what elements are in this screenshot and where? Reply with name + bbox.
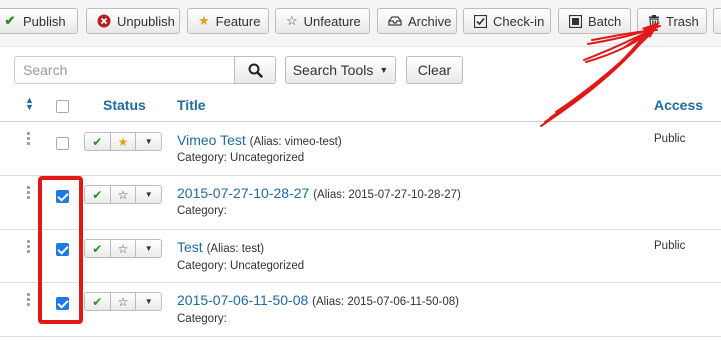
- item-access: Public: [654, 133, 686, 145]
- item-title-link[interactable]: Test: [177, 239, 203, 255]
- check-icon: ✔: [92, 294, 103, 309]
- archive-button[interactable]: Archive: [377, 8, 457, 34]
- title-column-header[interactable]: Title: [177, 97, 206, 113]
- row-divider: [0, 229, 721, 230]
- item-category: Category: Uncategorized: [177, 260, 305, 272]
- caret-down-icon: ▼: [144, 137, 153, 146]
- batch-label: Batch: [588, 13, 622, 29]
- featured-toggle[interactable]: ☆: [111, 186, 137, 203]
- feature-label: Feature: [215, 13, 261, 29]
- archive-icon: [388, 14, 402, 28]
- drag-handle-icon[interactable]: [27, 186, 30, 201]
- header-divider: [0, 121, 721, 122]
- row-checkbox[interactable]: [56, 137, 69, 150]
- clear-label: Clear: [417, 62, 452, 78]
- search-button[interactable]: [234, 56, 276, 84]
- drag-handle-icon[interactable]: [27, 132, 30, 147]
- actions-dropdown[interactable]: ▼: [136, 240, 161, 257]
- checkin-button[interactable]: Check-in: [463, 8, 551, 34]
- search-icon: [248, 63, 263, 78]
- trash-label: Trash: [666, 13, 699, 29]
- item-access: Public: [654, 240, 686, 252]
- archive-label: Archive: [408, 13, 452, 29]
- drag-handle-icon[interactable]: [27, 293, 30, 308]
- actions-dropdown[interactable]: ▼: [136, 186, 161, 203]
- item-title-link[interactable]: Vimeo Test: [177, 132, 246, 148]
- item-alias: (Alias: 2015-07-06-11-50-08): [312, 296, 459, 308]
- status-button-group: ✔ ★ ▼: [84, 132, 162, 151]
- caret-down-icon: ▼: [144, 190, 153, 199]
- checkbox-icon: [474, 14, 487, 28]
- item-alias: (Alias: 2015-07-27-10-28-27): [313, 189, 461, 201]
- select-all-checkbox[interactable]: [56, 100, 69, 113]
- status-button-group: ✔ ☆ ▼: [84, 185, 162, 204]
- row-divider: [0, 336, 721, 337]
- check-icon: ✔: [92, 187, 103, 202]
- item-alias: (Alias: vimeo-test): [249, 136, 342, 148]
- unpublish-icon: [97, 14, 111, 28]
- status-column-header[interactable]: Status: [103, 97, 146, 113]
- item-category: Category:: [177, 205, 227, 217]
- caret-down-icon: ▼: [144, 244, 153, 253]
- item-title-line: 2015-07-06-11-50-08 (Alias: 2015-07-06-1…: [177, 292, 459, 308]
- star-outline-icon: ☆: [117, 241, 129, 256]
- item-title-line: Vimeo Test (Alias: vimeo-test): [177, 132, 342, 148]
- published-toggle[interactable]: ✔: [85, 240, 111, 257]
- unpublish-label: Unpublish: [117, 13, 175, 29]
- actions-dropdown[interactable]: ▼: [136, 293, 161, 310]
- unpublish-button[interactable]: Unpublish: [86, 8, 180, 34]
- actions-dropdown[interactable]: ▼: [136, 133, 161, 150]
- annotation-highlight-box: [38, 176, 83, 324]
- published-toggle[interactable]: ✔: [85, 133, 111, 150]
- star-icon: ★: [198, 13, 210, 28]
- published-toggle[interactable]: ✔: [85, 186, 111, 203]
- search-tools-label: Search Tools: [292, 62, 374, 78]
- search-tools-button[interactable]: Search Tools ▼: [285, 56, 396, 84]
- unfeature-button[interactable]: ☆ Unfeature: [275, 8, 370, 34]
- row-divider: [0, 175, 721, 176]
- item-title-line: 2015-07-27-10-28-27 (Alias: 2015-07-27-1…: [177, 185, 461, 201]
- star-icon: ★: [117, 134, 129, 149]
- item-title-link[interactable]: 2015-07-06-11-50-08: [177, 292, 308, 308]
- trash-button[interactable]: Trash: [637, 8, 707, 34]
- item-category: Category: Uncategorized: [177, 152, 305, 164]
- caret-down-icon: ▼: [144, 297, 153, 306]
- clear-button[interactable]: Clear: [406, 56, 463, 84]
- access-column-header[interactable]: Access: [654, 97, 703, 113]
- caret-down-icon: ▼: [379, 65, 389, 75]
- item-title-link[interactable]: 2015-07-27-10-28-27: [177, 185, 309, 201]
- item-title-line: Test (Alias: test): [177, 239, 264, 255]
- publish-button[interactable]: ✔ Publish: [0, 8, 78, 34]
- batch-icon: [569, 14, 582, 28]
- featured-toggle[interactable]: ☆: [111, 293, 137, 310]
- trash-icon: [648, 14, 660, 28]
- check-icon: ✔: [92, 241, 103, 256]
- check-icon: ✔: [4, 13, 16, 28]
- batch-button[interactable]: Batch: [558, 8, 631, 34]
- toolbar-overflow-button[interactable]: [713, 8, 721, 34]
- feature-button[interactable]: ★ Feature: [187, 8, 269, 34]
- publish-label: Publish: [23, 13, 66, 29]
- search-input[interactable]: [14, 56, 235, 84]
- star-outline-icon: ☆: [117, 187, 129, 202]
- published-toggle[interactable]: ✔: [85, 293, 111, 310]
- featured-toggle[interactable]: ☆: [111, 240, 137, 257]
- row-divider: [0, 282, 721, 283]
- star-outline-icon: ☆: [286, 13, 298, 28]
- featured-toggle[interactable]: ★: [111, 133, 137, 150]
- ordering-sort-icon[interactable]: ▲ ▼: [25, 96, 34, 112]
- item-category: Category:: [177, 313, 227, 325]
- annotation-arrow: [540, 22, 661, 127]
- status-button-group: ✔ ☆ ▼: [84, 239, 162, 258]
- toolbar: ✔ Publish Unpublish ★ Feature ☆ Unfeatur…: [0, 0, 721, 47]
- check-icon: ✔: [92, 134, 103, 149]
- checkin-label: Check-in: [493, 13, 545, 29]
- unfeature-label: Unfeature: [303, 13, 361, 29]
- drag-handle-icon[interactable]: [27, 240, 30, 255]
- item-alias: (Alias: test): [206, 243, 265, 255]
- star-outline-icon: ☆: [117, 294, 129, 309]
- status-button-group: ✔ ☆ ▼: [84, 292, 162, 311]
